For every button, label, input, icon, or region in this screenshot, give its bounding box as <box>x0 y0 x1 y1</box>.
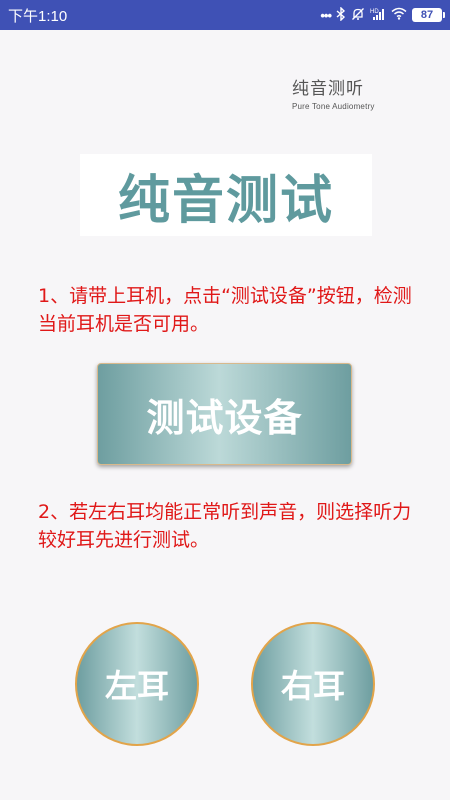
test-device-button[interactable]: 测试设备 <box>97 363 352 465</box>
left-ear-button[interactable]: 左耳 <box>75 622 199 746</box>
instruction-step-1: 1、请带上耳机，点击“测试设备”按钮，检测当前耳机是否可用。 <box>38 285 412 335</box>
more-dots-icon: ••• <box>320 7 332 23</box>
status-bar: 下午1:10 ••• HD 87 <box>0 0 450 30</box>
bell-off-icon <box>351 7 365 24</box>
brand-logo: 纯音测听 Pure Tone Audiometry <box>292 74 382 111</box>
brand-subtitle: Pure Tone Audiometry <box>292 102 375 111</box>
right-ear-button[interactable]: 右耳 <box>251 622 375 746</box>
signal-icon: HD <box>370 7 386 24</box>
bluetooth-icon <box>336 5 346 24</box>
banner-title: 纯音测试 <box>117 169 334 231</box>
battery-indicator: 87 <box>412 8 445 22</box>
instruction-step-2: 2、若左右耳均能正常听到声音，则选择听力较好耳先进行测试。 <box>38 501 412 551</box>
svg-text:HD: HD <box>370 9 379 15</box>
brand-title: 纯音测听 <box>292 79 364 99</box>
wifi-icon <box>391 7 407 23</box>
status-icons: ••• HD 87 <box>320 5 445 25</box>
status-time: 下午1:10 <box>8 8 68 25</box>
title-banner: 纯音测试 <box>80 154 372 236</box>
